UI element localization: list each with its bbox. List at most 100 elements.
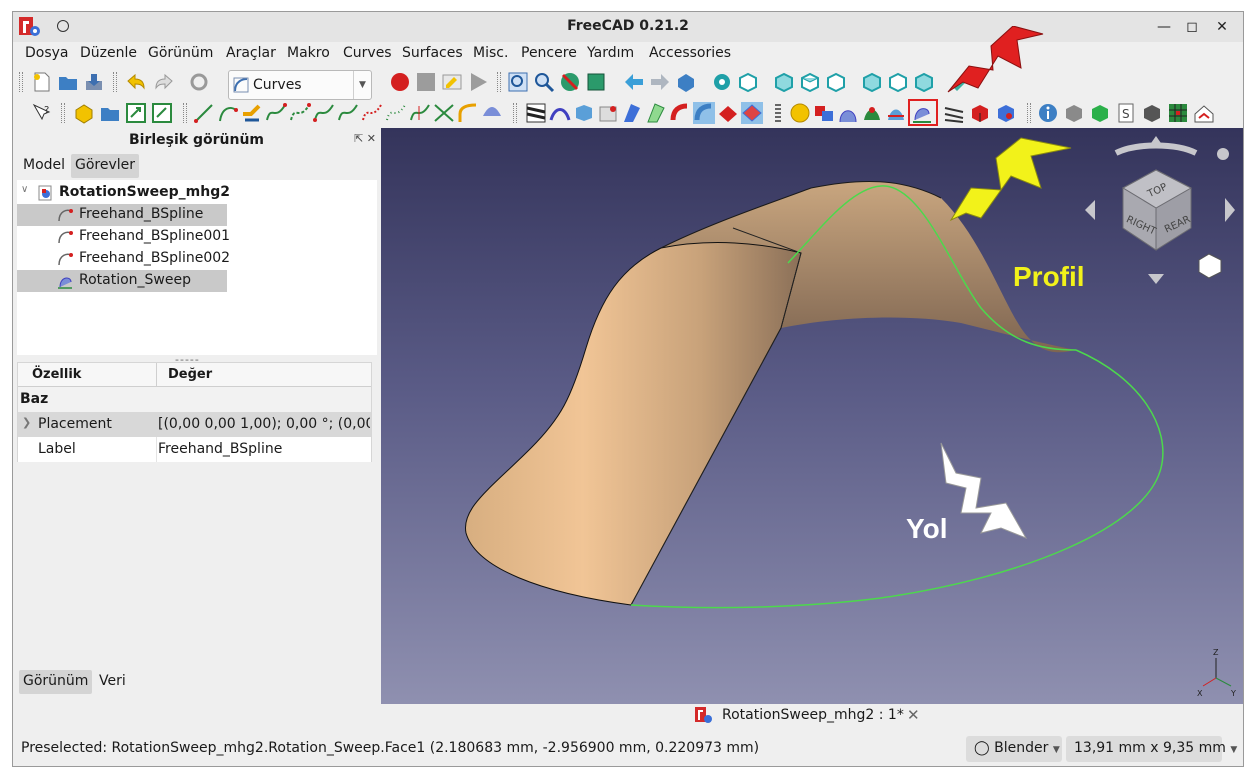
- tab-veri[interactable]: Veri: [95, 670, 130, 694]
- 3d-viewport[interactable]: Profil Yol TOP RIGHT REAR Z Y X: [381, 128, 1243, 704]
- bspline-interp-icon[interactable]: [313, 102, 335, 124]
- comb-icon[interactable]: [549, 102, 571, 124]
- 3d-scene[interactable]: Profil Yol TOP RIGHT REAR Z Y X: [381, 128, 1243, 704]
- tab-model[interactable]: Model: [19, 154, 69, 178]
- solid-grey-icon[interactable]: [1063, 102, 1085, 124]
- surface-analysis-icon[interactable]: [741, 102, 763, 124]
- interpolation-surface-icon[interactable]: [861, 102, 883, 124]
- toolbar-grip[interactable]: [497, 72, 501, 92]
- extend-surface-icon[interactable]: [621, 102, 643, 124]
- chevron-right-icon[interactable]: ❯: [22, 416, 31, 429]
- property-row-label[interactable]: Label Freehand_BSpline: [18, 437, 371, 462]
- bounding-box-icon[interactable]: [585, 71, 607, 93]
- menu-duzenle[interactable]: Düzenle: [80, 45, 137, 61]
- close-tab-icon[interactable]: ✕: [907, 706, 920, 724]
- fillet-curve-icon[interactable]: [457, 102, 479, 124]
- close-button[interactable]: ✕: [1211, 16, 1233, 38]
- left-view-icon[interactable]: [913, 71, 935, 93]
- navigation-style-button[interactable]: ◯ Blender ▼: [966, 736, 1062, 762]
- link-actions-icon[interactable]: [151, 102, 173, 124]
- flatten-face-icon[interactable]: [717, 102, 739, 124]
- menu-makro[interactable]: Makro: [287, 45, 330, 61]
- fit-selection-icon[interactable]: [533, 71, 555, 93]
- bspline-approx-icon[interactable]: [289, 102, 311, 124]
- face-map-icon[interactable]: [813, 102, 835, 124]
- multi-loft-icon[interactable]: [837, 102, 859, 124]
- property-row-placement[interactable]: ❯ Placement [(0,00 0,00 1,00); 0,00 °; (…: [18, 412, 371, 437]
- open-folder-icon[interactable]: [57, 71, 79, 93]
- maximize-button[interactable]: ◻: [1181, 16, 1203, 38]
- toolbar-grip[interactable]: [183, 103, 187, 123]
- tree-row-freehand-bspline[interactable]: Freehand_BSpline: [17, 204, 227, 226]
- std-views-icon[interactable]: [711, 71, 733, 93]
- redo-icon[interactable]: [153, 71, 175, 93]
- menu-araclar[interactable]: Araçlar: [226, 45, 276, 61]
- navigation-cube[interactable]: TOP RIGHT REAR: [1085, 136, 1235, 284]
- menu-gorunum[interactable]: Görünüm: [148, 45, 213, 61]
- stop-macro-icon[interactable]: [415, 71, 437, 93]
- menu-dosya[interactable]: Dosya: [25, 45, 69, 61]
- box-blue-icon[interactable]: [995, 102, 1017, 124]
- sync-view-icon[interactable]: [675, 71, 697, 93]
- sphere-icon[interactable]: [789, 102, 811, 124]
- toolbar-grip[interactable]: [113, 72, 117, 92]
- tree-row-freehand-bspline002[interactable]: Freehand_BSpline002: [17, 248, 237, 270]
- front-view-icon[interactable]: [773, 71, 795, 93]
- menu-curves[interactable]: Curves: [343, 45, 392, 61]
- solid-dark-icon[interactable]: [1141, 102, 1163, 124]
- tab-gorevler[interactable]: Görevler: [71, 154, 140, 178]
- minimize-button[interactable]: —: [1153, 16, 1175, 38]
- whats-this-icon[interactable]: ?: [31, 102, 53, 124]
- sketch-on-surface-icon[interactable]: [597, 102, 619, 124]
- navcube-menu-icon[interactable]: [1217, 148, 1229, 160]
- menu-accessories[interactable]: Accessories: [649, 45, 731, 61]
- gordon-surface-icon[interactable]: [645, 102, 667, 124]
- new-document-icon[interactable]: [31, 71, 53, 93]
- macros-icon[interactable]: [441, 71, 463, 93]
- bottom-view-icon[interactable]: [887, 71, 909, 93]
- pipe-shell-icon[interactable]: [669, 102, 691, 124]
- house-arrows-icon[interactable]: [1193, 102, 1215, 124]
- menu-yardim[interactable]: Yardım: [587, 45, 634, 61]
- solid-green-icon[interactable]: [1089, 102, 1111, 124]
- undo-icon[interactable]: [125, 71, 147, 93]
- isometric-view-icon[interactable]: [737, 71, 759, 93]
- link-icon[interactable]: [125, 102, 147, 124]
- face-icon[interactable]: [573, 102, 595, 124]
- workbench-selector[interactable]: Curves ▼: [228, 70, 372, 100]
- property-value[interactable]: Freehand_BSpline: [158, 441, 282, 457]
- toolbar-grip[interactable]: [513, 103, 517, 123]
- arrow-up-icon[interactable]: [1149, 136, 1163, 146]
- line-icon[interactable]: [193, 102, 215, 124]
- panel-float-close-buttons[interactable]: ⇱ ✕: [354, 132, 376, 145]
- curve-join-icon[interactable]: [361, 102, 383, 124]
- top-view-icon[interactable]: [799, 71, 821, 93]
- property-value[interactable]: [(0,00 0,00 1,00); 0,00 °; (0,00 ...: [158, 416, 370, 432]
- curve-discretize-icon[interactable]: [385, 102, 407, 124]
- menu-surfaces[interactable]: Surfaces: [402, 45, 463, 61]
- record-macro-icon[interactable]: [389, 71, 411, 93]
- create-group-icon[interactable]: [99, 102, 121, 124]
- rear-view-icon[interactable]: [861, 71, 883, 93]
- back-arrow-icon[interactable]: [623, 71, 645, 93]
- curve-on-surface-icon[interactable]: [217, 102, 239, 124]
- zebra-icon[interactable]: [525, 102, 547, 124]
- box-3d-icon[interactable]: [969, 102, 991, 124]
- save-icon[interactable]: [83, 71, 105, 93]
- tree-row-freehand-bspline001[interactable]: Freehand_BSpline001: [17, 226, 237, 248]
- info-icon[interactable]: [1037, 102, 1059, 124]
- run-macro-icon[interactable]: [467, 71, 489, 93]
- sweep-surface-front[interactable]: [464, 242, 802, 606]
- blend-curve-icon[interactable]: [241, 102, 263, 124]
- refresh-icon[interactable]: [188, 71, 210, 93]
- arrow-down-icon[interactable]: [1148, 274, 1164, 284]
- menu-misc[interactable]: Misc.: [473, 45, 508, 61]
- blend-surface-icon[interactable]: [943, 102, 965, 124]
- right-view-icon[interactable]: [825, 71, 847, 93]
- arrow-left-icon[interactable]: [1085, 200, 1095, 220]
- toolbar-grip[interactable]: [1027, 103, 1031, 123]
- dimension-button[interactable]: 13,91 mm x 9,35 mm ▼: [1066, 736, 1237, 762]
- create-part-icon[interactable]: [73, 102, 95, 124]
- curve-extend-icon[interactable]: [337, 102, 359, 124]
- paramcurve-icon[interactable]: [885, 102, 907, 124]
